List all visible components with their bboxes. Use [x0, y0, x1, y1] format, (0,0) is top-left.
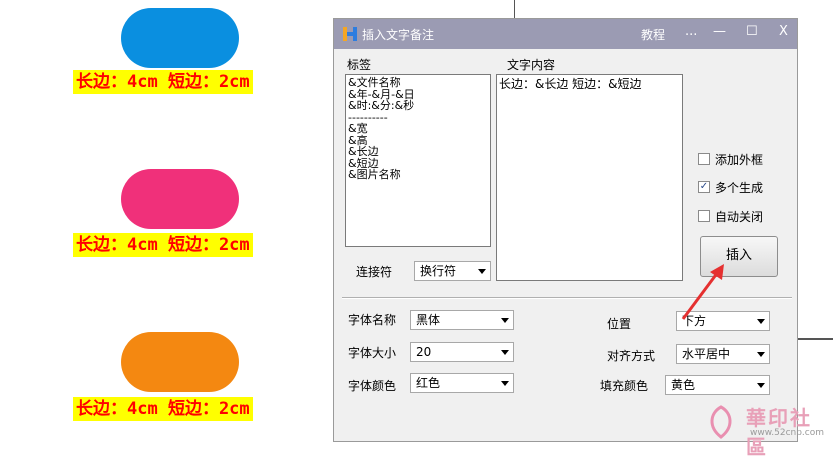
- canvas-edge-line: [798, 338, 833, 340]
- chevron-down-icon: [501, 381, 509, 386]
- maximize-button[interactable]: ☐: [746, 24, 758, 39]
- multi-generate-checkbox[interactable]: ✓: [698, 181, 710, 193]
- orange-shape-caption: 长边：4cm 短边：2cm: [73, 397, 253, 421]
- tag-item[interactable]: &宽: [348, 123, 488, 135]
- fill-color-label: 填充颜色: [600, 379, 649, 393]
- canvas-guide-line: [514, 0, 515, 18]
- more-menu[interactable]: ...: [685, 24, 697, 39]
- chevron-down-icon: [501, 350, 509, 355]
- content-label: 文字内容: [507, 58, 556, 72]
- watermark-url: www.52cnp.com: [750, 428, 825, 438]
- blue-shape-caption: 长边：4cm 短边：2cm: [73, 70, 253, 94]
- font-size-label: 字体大小: [348, 346, 397, 360]
- position-label: 位置: [607, 317, 632, 331]
- multi-generate-label: 多个生成: [715, 181, 764, 195]
- pink-shape-caption: 长边：4cm 短边：2cm: [73, 233, 253, 257]
- minimize-button[interactable]: —: [713, 24, 726, 39]
- content-text: 长边：&长边 短边：&短边: [499, 77, 642, 91]
- connector-select[interactable]: 换行符: [414, 261, 491, 281]
- tutorial-menu[interactable]: 教程: [641, 26, 665, 43]
- fill-color-value: 黄色: [671, 378, 696, 392]
- dialog-titlebar[interactable]: 插入文字备注 教程 ... — ☐ X: [334, 19, 797, 49]
- fill-color-select[interactable]: 黄色: [665, 375, 770, 395]
- tag-item[interactable]: ----------: [348, 111, 488, 124]
- align-label: 对齐方式: [607, 349, 656, 363]
- align-select[interactable]: 水平居中: [676, 344, 770, 364]
- tags-label: 标签: [347, 58, 372, 72]
- tag-item[interactable]: &时:&分:&秒: [348, 100, 488, 112]
- font-size-select[interactable]: 20: [410, 342, 514, 362]
- font-color-select[interactable]: 红色: [410, 373, 514, 393]
- watermark-logo-icon: [710, 405, 732, 439]
- connector-label: 连接符: [356, 265, 393, 279]
- auto-close-checkbox[interactable]: [698, 210, 710, 222]
- chevron-down-icon: [501, 318, 509, 323]
- font-color-label: 字体颜色: [348, 379, 397, 393]
- dialog-title: 插入文字备注: [362, 28, 435, 42]
- align-value: 水平居中: [682, 347, 731, 361]
- check-icon: ✓: [699, 181, 709, 192]
- pink-pill-shape: [121, 169, 239, 229]
- add-frame-label: 添加外框: [715, 153, 764, 167]
- annotation-arrow-icon: [681, 264, 724, 320]
- orange-pill-shape: [121, 332, 239, 392]
- tag-item[interactable]: &长边: [348, 146, 488, 158]
- blue-pill-shape: [121, 8, 239, 68]
- close-button[interactable]: X: [779, 24, 788, 39]
- font-name-select[interactable]: 黑体: [410, 310, 514, 330]
- chevron-down-icon: [757, 319, 765, 324]
- chevron-down-icon: [757, 352, 765, 357]
- add-frame-checkbox[interactable]: [698, 153, 710, 165]
- connector-value: 换行符: [420, 264, 457, 278]
- app-logo-icon: [343, 27, 357, 41]
- tag-item[interactable]: &图片名称: [348, 169, 488, 181]
- font-size-value: 20: [416, 345, 432, 359]
- font-name-label: 字体名称: [348, 313, 397, 327]
- auto-close-label: 自动关闭: [715, 210, 764, 224]
- font-name-value: 黑体: [416, 313, 441, 327]
- chevron-down-icon: [478, 269, 486, 274]
- tag-item[interactable]: &文件名称: [348, 77, 488, 89]
- font-color-value: 红色: [416, 376, 441, 390]
- insert-text-note-dialog: 插入文字备注 教程 ... — ☐ X 标签 文字内容 &文件名称 &年-&月-…: [333, 18, 798, 442]
- content-textarea[interactable]: 长边：&长边 短边：&短边: [496, 74, 683, 281]
- tags-listbox[interactable]: &文件名称 &年-&月-&日 &时:&分:&秒 ---------- &宽 &高…: [345, 74, 491, 247]
- chevron-down-icon: [757, 383, 765, 388]
